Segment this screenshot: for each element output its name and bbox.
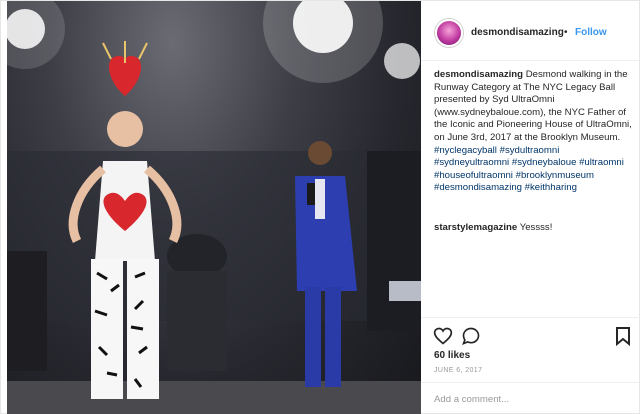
add-comment-input[interactable]: [434, 394, 624, 405]
runway-photo-illustration: [7, 1, 421, 414]
post-caption: desmondisamazing Desmond walking in the …: [434, 69, 634, 195]
comment-text: Yessss!: [519, 222, 553, 233]
add-comment-bar: [421, 382, 640, 414]
caption-hashtags: #nyclegacyball #sydultraomni #sydneyultr…: [434, 145, 624, 194]
bookmark-icon[interactable]: [615, 326, 631, 347]
hashtag-link[interactable]: #sydultraomni: [500, 145, 560, 156]
post-photo[interactable]: [7, 1, 421, 414]
hashtag-link[interactable]: #brooklynmuseum: [516, 170, 594, 181]
hashtag-link[interactable]: #sydneyultraomni: [434, 157, 509, 168]
comment-item: starstylemagazine Yessss!: [434, 222, 634, 233]
hashtag-link[interactable]: #sydneybaloue: [512, 157, 577, 168]
hashtag-link[interactable]: #houseofultraomni: [434, 170, 513, 181]
post-header: desmondisamazing • Follow: [421, 1, 640, 61]
comment-username[interactable]: starstylemagazine: [434, 222, 517, 233]
hashtag-link[interactable]: #desmondisamazing: [434, 182, 522, 193]
comment-icon[interactable]: [461, 326, 481, 346]
caption-text: Desmond walking in the Runway Category a…: [434, 69, 632, 143]
header-username[interactable]: desmondisamazing: [471, 27, 564, 38]
post-date: JUNE 6, 2017: [434, 367, 483, 374]
hashtag-link[interactable]: #nyclegacyball: [434, 145, 497, 156]
caption-username[interactable]: desmondisamazing: [434, 69, 523, 80]
hashtag-link[interactable]: #keithharing: [525, 182, 577, 193]
likes-count[interactable]: 60 likes: [434, 350, 470, 361]
instagram-post-card: desmondisamazing • Follow desmondisamazi…: [0, 0, 640, 414]
profile-avatar[interactable]: [435, 19, 463, 47]
header-separator: •: [564, 27, 568, 38]
hashtag-link[interactable]: #ultraomni: [579, 157, 624, 168]
post-actions: 60 likes JUNE 6, 2017: [421, 317, 640, 414]
follow-button[interactable]: Follow: [575, 27, 607, 38]
post-side-panel: desmondisamazing • Follow desmondisamazi…: [421, 1, 640, 414]
heart-icon[interactable]: [433, 326, 453, 346]
